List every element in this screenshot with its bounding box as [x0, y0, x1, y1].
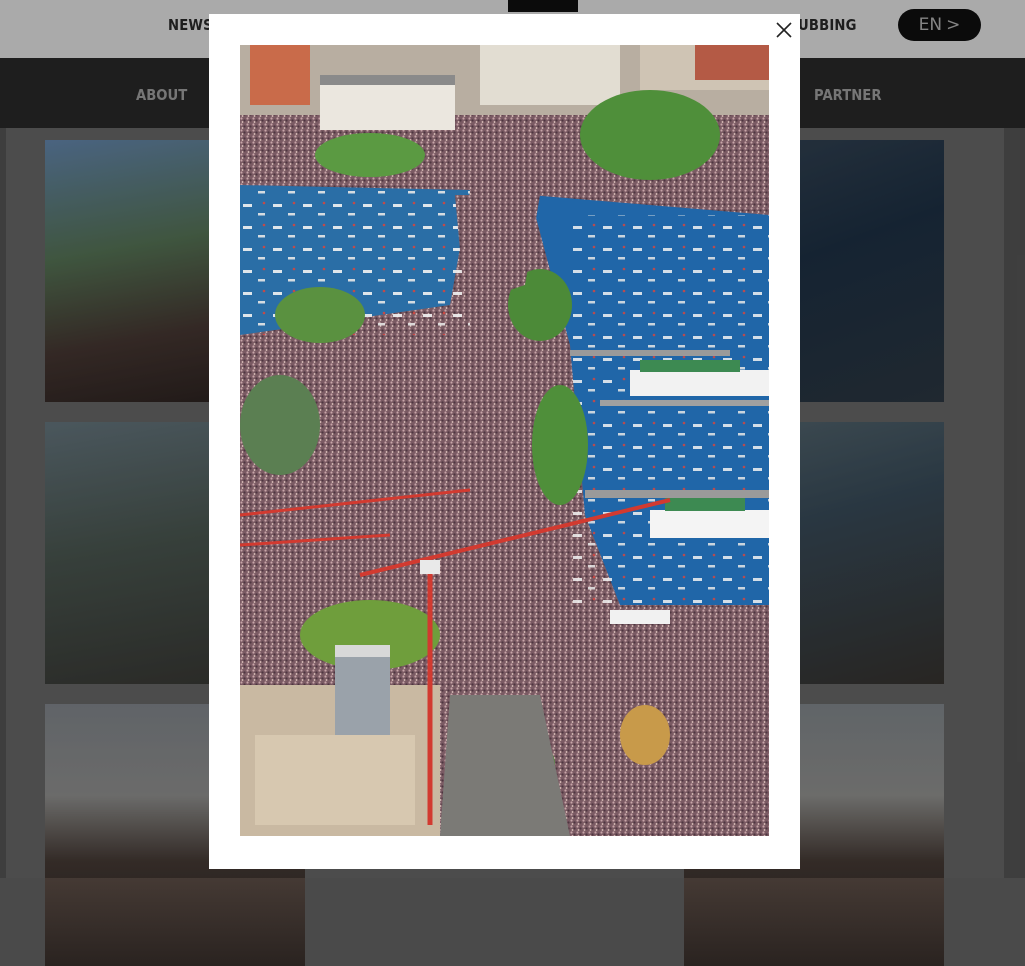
lightbox-close-button[interactable] — [766, 18, 802, 42]
aerial-parade-photo — [240, 45, 769, 836]
close-icon — [776, 22, 792, 38]
lightbox-image — [240, 45, 769, 836]
